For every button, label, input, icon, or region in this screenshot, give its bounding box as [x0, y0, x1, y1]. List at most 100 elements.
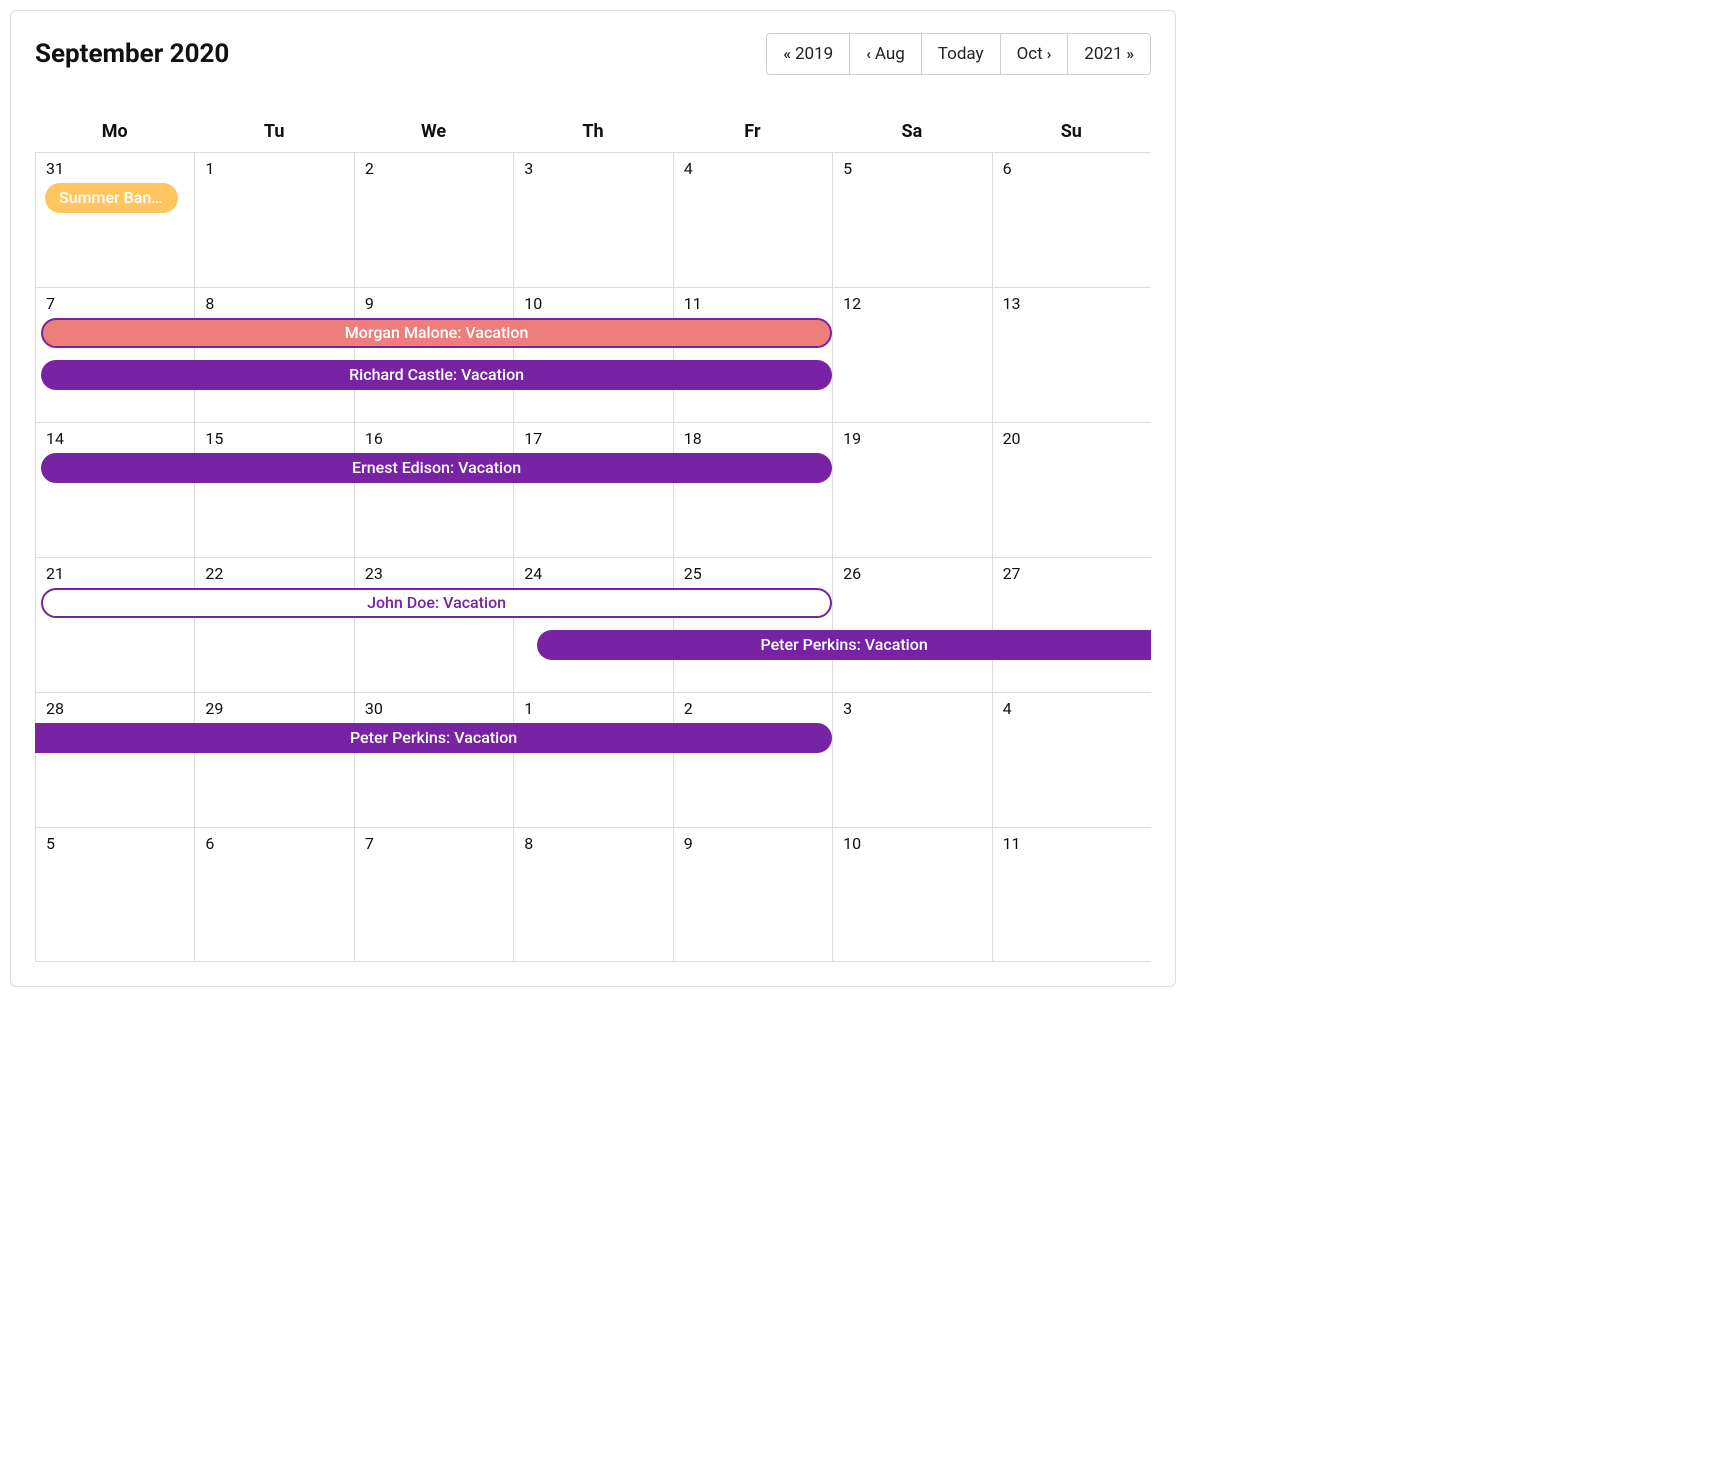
day-cell[interactable]: 4 [992, 693, 1151, 827]
day-cell[interactable]: 4 [673, 153, 832, 287]
day-number: 26 [843, 564, 981, 583]
day-of-week-header: Th [513, 113, 672, 152]
day-cell[interactable]: 8 [513, 828, 672, 961]
chevron-right-icon: › [1047, 47, 1052, 62]
day-number: 2 [365, 159, 503, 178]
day-cell[interactable]: 10 [513, 288, 672, 422]
day-cell[interactable]: 7 [354, 828, 513, 961]
nav-button-group: « 2019 ‹ Aug Today Oct › 2021 » [766, 33, 1151, 75]
day-of-week-header: Sa [832, 113, 991, 152]
day-number: 12 [843, 294, 981, 313]
prev-month-button[interactable]: ‹ Aug [850, 33, 922, 75]
today-button[interactable]: Today [922, 33, 1001, 75]
day-number: 20 [1003, 429, 1141, 448]
day-number: 9 [365, 294, 503, 313]
day-number: 8 [205, 294, 343, 313]
week-row: 2829 30 1234 Peter Perkins: Vacation [35, 692, 1151, 827]
day-cell[interactable]: 20 [992, 423, 1151, 557]
day-cell[interactable]: 11 [992, 828, 1151, 961]
day-number: 6 [1003, 159, 1141, 178]
week-row: 14 15 16 17 18 19 20 Ernest Edison: Vacation [35, 422, 1151, 557]
day-cell[interactable]: 3 [832, 693, 991, 827]
day-cell[interactable]: 30 [354, 693, 513, 827]
calendar-event[interactable]: Summer Ban… [45, 183, 178, 213]
day-number: 13 [1003, 294, 1141, 313]
weeks-container: 31123456Summer Ban…78910111213Morgan Mal… [35, 152, 1151, 962]
prev-year-button[interactable]: « 2019 [766, 33, 850, 75]
day-cell[interactable]: 25 [673, 558, 832, 692]
day-number: 7 [46, 294, 184, 313]
day-cell[interactable]: 24 [513, 558, 672, 692]
next-month-button[interactable]: Oct › [1001, 33, 1069, 75]
day-cell[interactable]: 26 [832, 558, 991, 692]
day-cell[interactable]: 28 [35, 693, 194, 827]
day-cell[interactable]: 11 [673, 288, 832, 422]
day-number: 1 [205, 159, 343, 178]
day-cell[interactable]: 2 [673, 693, 832, 827]
day-cell[interactable]: 31 [35, 153, 194, 287]
calendar-event[interactable]: John Doe: Vacation [41, 588, 832, 618]
day-cell[interactable]: 23 [354, 558, 513, 692]
day-cell[interactable]: 12 [832, 288, 991, 422]
calendar-event[interactable]: Peter Perkins: Vacation [537, 630, 1151, 660]
day-number: 17 [524, 429, 662, 448]
day-number: 5 [46, 834, 184, 853]
week-row: 7 8 9 1011 12 13 Morgan Malone: Vacation Richar… [35, 287, 1151, 422]
day-of-week-header: We [354, 113, 513, 152]
day-cell[interactable]: 18 [673, 423, 832, 557]
day-number: 4 [684, 159, 822, 178]
day-of-week-row: MoTuWeThFrSaSu [35, 113, 1151, 152]
day-number: 23 [365, 564, 503, 583]
day-number: 30 [365, 699, 503, 718]
day-cell[interactable]: 7 [35, 288, 194, 422]
calendar-event[interactable]: Ernest Edison: Vacation [41, 453, 832, 483]
day-cell[interactable]: 16 [354, 423, 513, 557]
day-number: 7 [365, 834, 503, 853]
day-of-week-header: Mo [35, 113, 194, 152]
day-of-week-header: Fr [673, 113, 832, 152]
calendar-card: September 2020 « 2019 ‹ Aug Today Oct › … [10, 10, 1176, 987]
calendar-header: September 2020 « 2019 ‹ Aug Today Oct › … [35, 33, 1151, 75]
chevron-double-right-icon: » [1127, 47, 1135, 62]
day-number: 22 [205, 564, 343, 583]
day-cell[interactable]: 1 [513, 693, 672, 827]
day-cell[interactable]: 14 [35, 423, 194, 557]
day-number: 21 [46, 564, 184, 583]
page-title: September 2020 [35, 39, 229, 69]
today-label: Today [938, 44, 984, 64]
day-cell[interactable]: 9 [673, 828, 832, 961]
calendar-event[interactable]: Morgan Malone: Vacation [41, 318, 832, 348]
day-cell[interactable]: 6 [194, 828, 353, 961]
chevron-left-icon: ‹ [866, 47, 871, 62]
day-cell[interactable]: 17 [513, 423, 672, 557]
day-cell[interactable]: 9 [354, 288, 513, 422]
calendar-event[interactable]: Peter Perkins: Vacation [35, 723, 832, 753]
day-cell[interactable]: 8 [194, 288, 353, 422]
day-number: 15 [205, 429, 343, 448]
day-cell[interactable]: 1 [194, 153, 353, 287]
day-cell[interactable]: 5 [832, 153, 991, 287]
day-cell[interactable]: 19 [832, 423, 991, 557]
day-number: 1 [524, 699, 662, 718]
day-cell[interactable]: 5 [35, 828, 194, 961]
day-cell[interactable]: 29 [194, 693, 353, 827]
prev-month-label: Aug [875, 44, 905, 64]
day-cell[interactable]: 15 [194, 423, 353, 557]
day-cell[interactable]: 3 [513, 153, 672, 287]
day-cell[interactable]: 27 [992, 558, 1151, 692]
day-number: 19 [843, 429, 981, 448]
day-cell[interactable]: 13 [992, 288, 1151, 422]
day-cell[interactable]: 21 [35, 558, 194, 692]
calendar-event[interactable]: Richard Castle: Vacation [41, 360, 832, 390]
day-of-week-header: Su [992, 113, 1151, 152]
calendar-grid: MoTuWeThFrSaSu 31123456Summer Ban…789101… [35, 113, 1151, 962]
week-row: 31 1 23456 Summer Ban… [35, 152, 1151, 287]
week-row: 567891011 [35, 827, 1151, 962]
day-cell[interactable]: 6 [992, 153, 1151, 287]
day-cell[interactable]: 10 [832, 828, 991, 961]
day-cell[interactable]: 22 [194, 558, 353, 692]
day-of-week-header: Tu [194, 113, 353, 152]
week-row: 21 22 23 2425 26 27 John Doe: Vacation Peter Pe… [35, 557, 1151, 692]
day-cell[interactable]: 2 [354, 153, 513, 287]
next-year-button[interactable]: 2021 » [1068, 33, 1151, 75]
